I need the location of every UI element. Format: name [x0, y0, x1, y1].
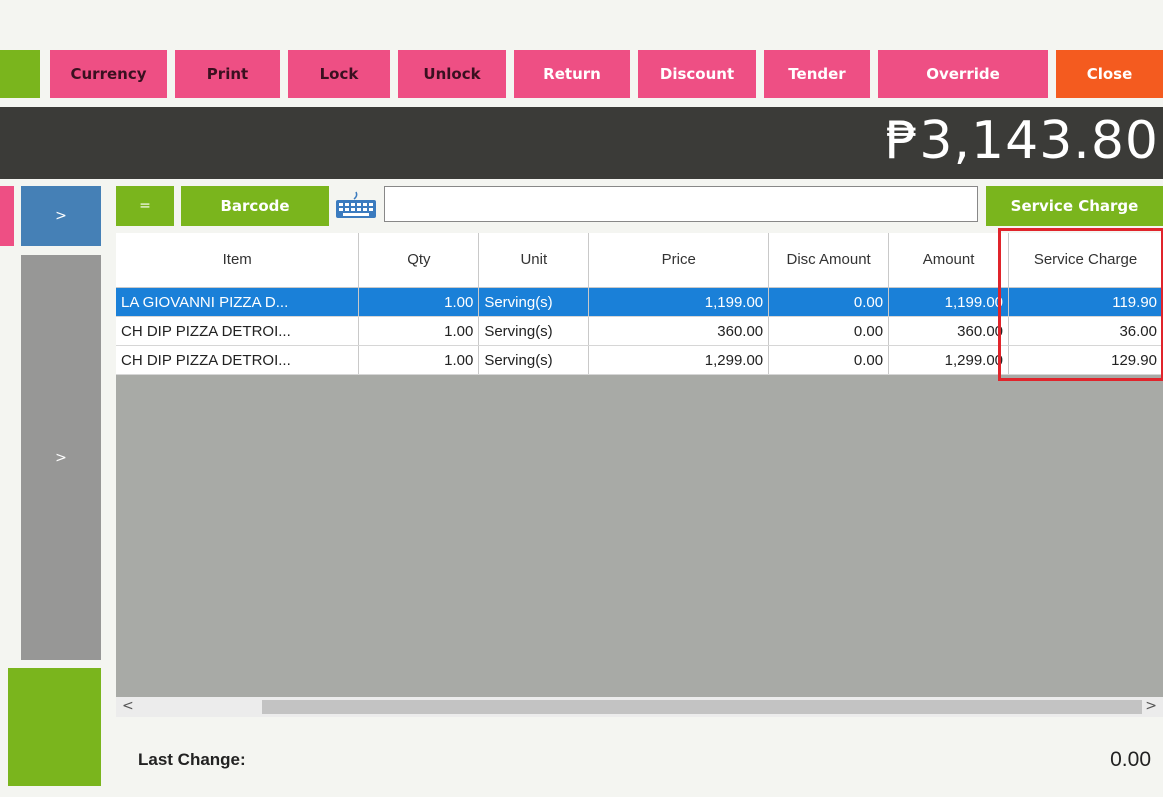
cell-qty: 1.00 — [358, 345, 480, 375]
cell-amount: 1,199.00 — [888, 287, 1010, 317]
cell-item: CH DIP PIZZA DETROI... — [116, 316, 360, 346]
scrollbar-thumb[interactable] — [262, 700, 1142, 714]
cell-disc: 0.00 — [768, 287, 890, 317]
left-arrow-button-top[interactable]: > — [21, 186, 101, 246]
left-pink-tab[interactable] — [0, 186, 14, 246]
barcode-button[interactable]: Barcode — [181, 186, 329, 226]
lock-button[interactable]: Lock — [288, 50, 390, 98]
cell-amount: 360.00 — [888, 316, 1010, 346]
return-button[interactable]: Return — [514, 50, 630, 98]
service-charge-button[interactable]: Service Charge — [986, 186, 1163, 226]
col-header-disc-amount[interactable]: Disc Amount — [768, 233, 890, 288]
cell-disc: 0.00 — [768, 345, 890, 375]
cell-disc: 0.00 — [768, 316, 890, 346]
col-header-qty[interactable]: Qty — [358, 233, 480, 288]
toolbar: Currency Print Lock Unlock Return Discou… — [0, 50, 1163, 98]
discount-button[interactable]: Discount — [638, 50, 756, 98]
cell-unit: Serving(s) — [478, 316, 590, 346]
col-header-amount[interactable]: Amount — [888, 233, 1010, 288]
cell-item: LA GIOVANNI PIZZA D... — [116, 287, 360, 317]
cell-price: 360.00 — [588, 316, 770, 346]
green-tab-button[interactable] — [0, 50, 40, 98]
close-button[interactable]: Close — [1056, 50, 1163, 98]
currency-button[interactable]: Currency — [50, 50, 167, 98]
cell-unit: Serving(s) — [478, 345, 590, 375]
col-header-unit[interactable]: Unit — [478, 233, 590, 288]
cell-unit: Serving(s) — [478, 287, 590, 317]
total-amount: ₱3,143.80 — [885, 111, 1159, 171]
last-change-value: 0.00 — [1110, 748, 1151, 771]
tender-button[interactable]: Tender — [764, 50, 870, 98]
left-arrow-button-mid[interactable]: > — [21, 255, 101, 660]
left-green-button[interactable] — [8, 668, 101, 786]
scroll-right-icon[interactable]: > — [1145, 698, 1157, 714]
total-bar: ₱3,143.80 — [0, 107, 1163, 179]
override-button[interactable]: Override — [878, 50, 1048, 98]
col-header-price[interactable]: Price — [588, 233, 770, 288]
horizontal-scrollbar[interactable]: < > — [116, 697, 1163, 717]
unlock-button[interactable]: Unlock — [398, 50, 506, 98]
col-header-item[interactable]: Item — [116, 233, 360, 288]
print-button[interactable]: Print — [175, 50, 280, 98]
cell-qty: 1.00 — [358, 316, 480, 346]
cell-price: 1,199.00 — [588, 287, 770, 317]
keyboard-icon[interactable] — [334, 190, 378, 220]
scroll-left-icon[interactable]: < — [122, 698, 134, 714]
equals-button[interactable]: = — [116, 186, 174, 226]
cell-qty: 1.00 — [358, 287, 480, 317]
cell-item: CH DIP PIZZA DETROI... — [116, 345, 360, 375]
barcode-search-input[interactable] — [384, 186, 978, 222]
service-charge-highlight — [998, 228, 1163, 381]
cell-price: 1,299.00 — [588, 345, 770, 375]
last-change-label: Last Change: — [138, 750, 246, 769]
top-strip — [0, 0, 1163, 44]
cell-amount: 1,299.00 — [888, 345, 1010, 375]
